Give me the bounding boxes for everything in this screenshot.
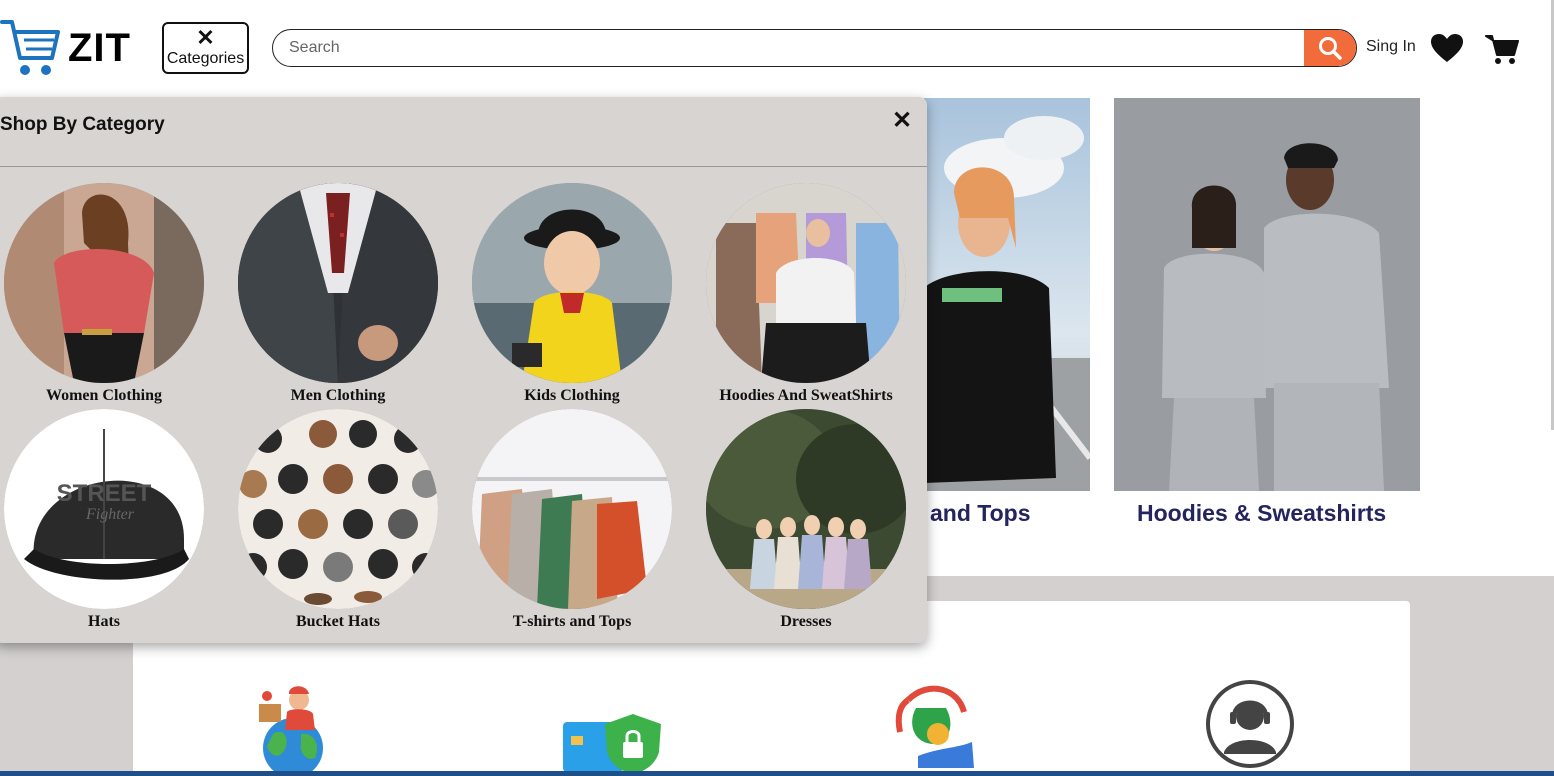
women-clothing-image (4, 183, 204, 383)
close-icon[interactable]: ✕ (890, 109, 914, 133)
search-input[interactable] (273, 30, 1304, 66)
category-label: Bucket Hats (296, 613, 380, 630)
category-women-clothing[interactable]: Women Clothing (0, 183, 214, 405)
category-hats[interactable]: STREET Fighter Hats (0, 409, 214, 631)
hat-print-text-1: STREET (57, 480, 152, 507)
category-label: T-shirts and Tops (512, 613, 632, 630)
category-label: Women Clothing (45, 387, 162, 404)
categories-button[interactable]: ✕ Categories (162, 22, 249, 74)
hat-print-text-2: Fighter (85, 506, 135, 523)
hoodies-image (706, 183, 906, 383)
dresses-image (706, 409, 906, 609)
hats-image: STREET Fighter (4, 409, 204, 609)
category-dresses[interactable]: Dresses (696, 409, 916, 631)
shopping-cart-icon[interactable] (1485, 33, 1519, 65)
hoodies-card-image[interactable] (1114, 98, 1420, 491)
delivery-globe-icon (259, 686, 323, 774)
tshirt-model-photo (924, 98, 1090, 491)
support-agent-icon (1206, 680, 1294, 768)
tshirts-image (472, 409, 672, 609)
category-label: Kids Clothing (524, 387, 620, 404)
card-title-hoodies[interactable]: Hoodies & Sweatshirts (1137, 500, 1386, 527)
search-button[interactable] (1304, 30, 1356, 66)
men-clothing-image (238, 183, 438, 383)
hoodie-models-photo (1114, 98, 1420, 491)
panel-title: Shop By Category (0, 114, 165, 135)
logo-text: ZIT (68, 25, 131, 70)
category-label: Men Clothing (290, 387, 386, 404)
category-kids-clothing[interactable]: Kids Clothing (462, 183, 682, 405)
bucket-hats-image (238, 409, 438, 609)
search-icon (1319, 37, 1342, 60)
kids-clothing-image (472, 183, 672, 383)
site-logo[interactable]: ZIT (0, 18, 135, 78)
money-back-icon (895, 685, 974, 768)
bottom-border (0, 771, 1554, 776)
card-title-tshirts[interactable]: and Tops (930, 500, 1031, 527)
category-men-clothing[interactable]: Men Clothing (228, 183, 448, 405)
shop-by-category-panel: Shop By Category ✕ Women Clothing Men Cl… (0, 97, 927, 643)
cart-logo-icon (0, 20, 60, 75)
secure-payment-icon (563, 714, 661, 774)
close-icon: ✕ (196, 24, 215, 50)
panel-divider (0, 166, 927, 167)
wishlist-heart-icon[interactable] (1430, 33, 1464, 63)
category-hoodies-and-sweatshirts[interactable]: Hoodies And SweatShirts (696, 183, 916, 405)
category-tshirts-and-tops[interactable]: T-shirts and Tops (462, 409, 682, 631)
category-label: Hoodies And SweatShirts (719, 387, 893, 404)
categories-label: Categories (166, 49, 245, 67)
category-label: Hats (88, 613, 120, 630)
category-label: Dresses (780, 613, 832, 630)
tshirts-card-image[interactable] (924, 98, 1090, 491)
category-bucket-hats[interactable]: Bucket Hats (228, 409, 448, 631)
sign-in-link[interactable]: Sing In (1366, 38, 1416, 56)
search-bar (272, 29, 1357, 67)
